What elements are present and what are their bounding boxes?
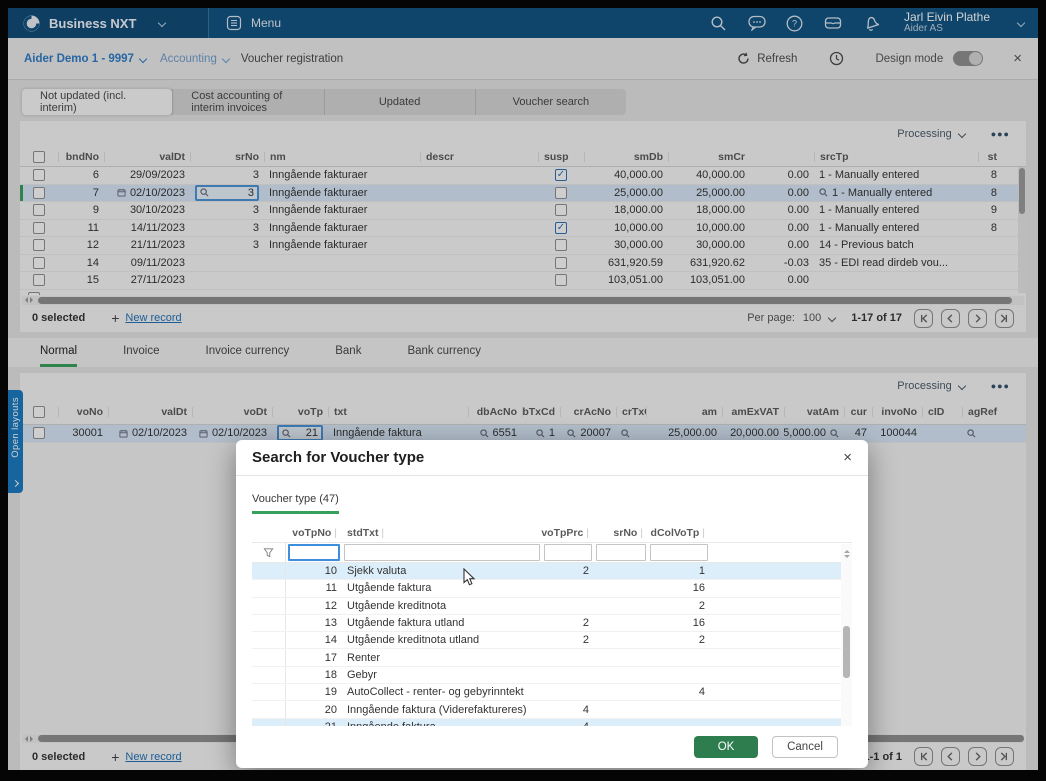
cell-stdTxt[interactable]: Inngående faktura (Viderefaktureres) — [342, 704, 542, 716]
voucher-type-row[interactable]: 18Gebyr — [252, 667, 852, 684]
cell-voTpNo[interactable]: 21 — [286, 721, 342, 726]
cell-dColVoTp[interactable]: 1 — [648, 565, 710, 577]
cell-stdTxt[interactable]: AutoCollect - renter- og gebyrinntekt — [342, 686, 542, 698]
cell-dColVoTp[interactable]: 16 — [648, 617, 710, 629]
filter-input-voTpPrc[interactable] — [544, 544, 592, 561]
voucher-type-row[interactable]: 13Utgående faktura utland2 16 — [252, 615, 852, 632]
cell-dColVoTp[interactable]: 2 — [648, 634, 710, 646]
cell-stdTxt[interactable]: Sjekk valuta — [342, 565, 542, 577]
cell-voTpNo[interactable]: 14 — [286, 634, 342, 646]
app-window: Business NXT Menu ? — [8, 8, 1038, 770]
cell-stdTxt[interactable]: Utgående kreditnota utland — [342, 634, 542, 646]
cell-voTpPrc[interactable]: 4 — [542, 721, 594, 726]
cell-stdTxt[interactable]: Utgående faktura utland — [342, 617, 542, 629]
voucher-type-header: voTpNo |stdTxt |voTpPrc |srNo |dColVoTp … — [252, 523, 852, 542]
cell-voTpNo[interactable]: 20 — [286, 704, 342, 716]
cell-stdTxt[interactable]: Utgående faktura — [342, 582, 542, 594]
column-header-voTpPrc[interactable]: voTpPrc | — [542, 527, 594, 539]
cell-voTpNo[interactable]: 11 — [286, 582, 342, 594]
voucher-type-row[interactable]: 20Inngående faktura (Viderefaktureres)4 — [252, 701, 852, 718]
cell-stdTxt[interactable]: Inngående faktura — [342, 721, 542, 726]
filter-input-voTpNo[interactable] — [288, 544, 340, 561]
cell-dColVoTp[interactable]: 16 — [648, 582, 710, 594]
voucher-type-row[interactable]: 10Sjekk valuta2 1 — [252, 563, 852, 580]
cancel-button[interactable]: Cancel — [772, 736, 838, 758]
cell-voTpPrc[interactable]: 2 — [542, 617, 594, 629]
column-header-srNo[interactable]: srNo | — [594, 527, 648, 539]
cell-voTpNo[interactable]: 18 — [286, 669, 342, 681]
vertical-scrollbar[interactable] — [841, 544, 852, 726]
filter-input-dColVoTp[interactable] — [650, 544, 708, 561]
voucher-type-body: 10Sjekk valuta2111Utgående faktura1612Ut… — [252, 563, 852, 726]
voucher-type-row[interactable]: 17Renter — [252, 649, 852, 666]
ok-button[interactable]: OK — [694, 736, 758, 758]
column-header-stdTxt[interactable]: stdTxt | — [342, 527, 542, 539]
modal-title: Search for Voucher type — [252, 449, 424, 466]
mouse-cursor — [463, 568, 476, 587]
voucher-type-row[interactable]: 19AutoCollect - renter- og gebyrinntekt 4 — [252, 684, 852, 701]
column-header-dColVoTp[interactable]: dColVoTp | — [648, 527, 710, 539]
filter-input-srNo[interactable] — [596, 544, 646, 561]
voucher-type-row[interactable]: 12Utgående kreditnota 2 — [252, 598, 852, 615]
modal-close-icon[interactable]: × — [843, 449, 852, 466]
cell-dColVoTp[interactable]: 4 — [648, 686, 710, 698]
screen-frame: Business NXT Menu ? — [0, 0, 1046, 781]
cell-voTpNo[interactable]: 10 — [286, 565, 342, 577]
cell-voTpPrc[interactable]: 4 — [542, 704, 594, 716]
filter-row — [252, 542, 852, 563]
cell-voTpPrc[interactable]: 2 — [542, 565, 594, 577]
filter-icon — [263, 547, 274, 558]
voucher-type-row[interactable]: 14Utgående kreditnota utland22 — [252, 632, 852, 649]
column-header-voTpNo[interactable]: voTpNo | — [286, 527, 342, 539]
tab-voucher-type[interactable]: Voucher type (47) — [252, 493, 339, 514]
cell-voTpNo[interactable]: 13 — [286, 617, 342, 629]
filter-input-stdTxt[interactable] — [344, 544, 540, 561]
cell-stdTxt[interactable]: Gebyr — [342, 669, 542, 681]
cell-voTpNo[interactable]: 12 — [286, 600, 342, 612]
cell-stdTxt[interactable]: Renter — [342, 652, 542, 664]
cell-stdTxt[interactable]: Utgående kreditnota — [342, 600, 542, 612]
search-voucher-type-modal: Search for Voucher type × Voucher type (… — [236, 440, 868, 768]
cell-dColVoTp[interactable]: 2 — [648, 600, 710, 612]
cell-voTpPrc[interactable]: 2 — [542, 634, 594, 646]
cell-voTpNo[interactable]: 17 — [286, 652, 342, 664]
cell-voTpNo[interactable]: 19 — [286, 686, 342, 698]
voucher-type-row[interactable]: 11Utgående faktura 16 — [252, 580, 852, 597]
voucher-type-table: voTpNo |stdTxt |voTpPrc |srNo |dColVoTp … — [252, 523, 852, 726]
voucher-type-row[interactable]: 21Inngående faktura4 — [252, 719, 852, 726]
